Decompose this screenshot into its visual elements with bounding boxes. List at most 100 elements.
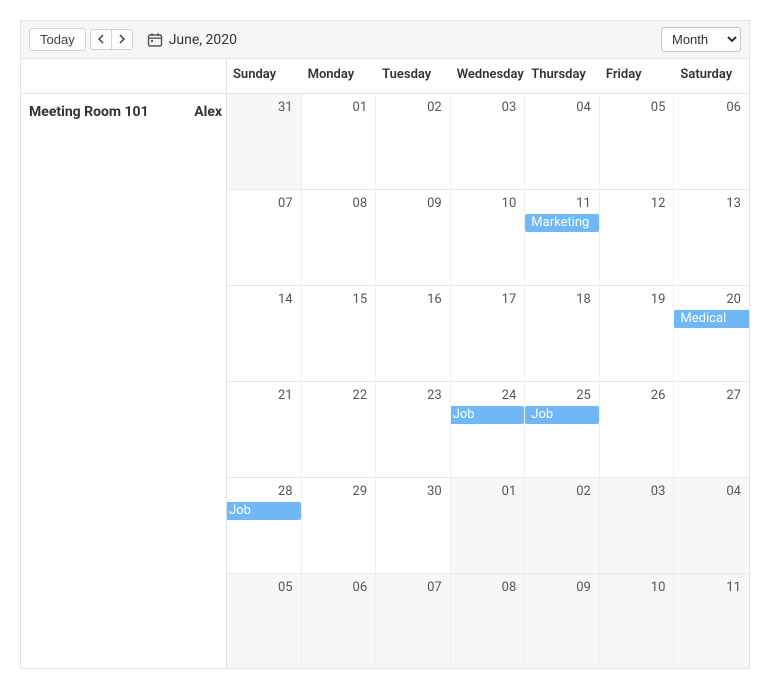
day-cell[interactable]: 10 — [600, 574, 675, 668]
day-cell[interactable]: 16 — [376, 286, 451, 381]
day-number: 02 — [576, 484, 591, 499]
day-number: 19 — [651, 292, 666, 307]
day-cell[interactable]: 04 — [525, 94, 600, 189]
day-header: Thursday — [525, 59, 600, 93]
event-chip[interactable]: Job — [525, 406, 599, 424]
week-row: 21 22 23 24 Job25Job26 27 — [227, 382, 749, 478]
day-cell[interactable]: 05 — [600, 94, 675, 189]
day-cell[interactable]: 01 — [451, 478, 526, 573]
day-number: 08 — [502, 580, 517, 595]
day-number: 23 — [427, 388, 442, 403]
day-number: 04 — [726, 484, 741, 499]
day-cell[interactable]: 08 — [451, 574, 526, 668]
day-cell[interactable]: 09 — [376, 190, 451, 285]
day-number: 10 — [651, 580, 666, 595]
day-number: 18 — [576, 292, 591, 307]
day-number: 24 — [502, 388, 517, 403]
day-cell[interactable]: 24 Job — [451, 382, 526, 477]
day-cell[interactable]: 20 Medical — [674, 286, 749, 381]
day-number: 31 — [278, 100, 293, 115]
day-cell[interactable]: 27 — [674, 382, 749, 477]
day-cell[interactable]: 03 — [451, 94, 526, 189]
calendar-scroll[interactable]: 310102030405060708091011Marketing1213141… — [227, 94, 749, 668]
days-header: SundayMondayTuesdayWednesdayThursdayFrid… — [227, 59, 749, 93]
day-cell[interactable]: 12 — [600, 190, 675, 285]
day-header: Saturday — [674, 59, 749, 93]
day-cell[interactable]: 02 — [525, 478, 600, 573]
day-cell[interactable]: 09 — [525, 574, 600, 668]
day-cell[interactable]: 01 — [302, 94, 377, 189]
event-chip[interactable]: Marketing — [525, 214, 599, 232]
next-button[interactable] — [112, 29, 133, 50]
chevron-right-icon — [118, 32, 126, 47]
day-cell[interactable]: 02 — [376, 94, 451, 189]
event-chip[interactable]: Job — [227, 502, 301, 520]
day-number: 22 — [353, 388, 368, 403]
day-cell[interactable]: 05 — [227, 574, 302, 668]
day-number: 28 — [278, 484, 293, 499]
day-number: 12 — [651, 196, 666, 211]
day-cell[interactable]: 22 — [302, 382, 377, 477]
day-number: 07 — [278, 196, 293, 211]
day-cell[interactable]: 17 — [451, 286, 526, 381]
day-number: 06 — [353, 580, 368, 595]
day-cell[interactable]: 08 — [302, 190, 377, 285]
toolbar-right: Month — [661, 27, 741, 52]
resource-name: Meeting Room 101 — [21, 94, 170, 130]
day-cell[interactable]: 13 — [674, 190, 749, 285]
scheduler-app: Today — [0, 0, 770, 697]
week-row: 31 01 02 03 04 0506 — [227, 94, 749, 190]
day-number: 20 — [726, 292, 741, 307]
scheduler-body: SundayMondayTuesdayWednesdayThursdayFrid… — [20, 59, 750, 669]
day-cell[interactable]: 21 — [227, 382, 302, 477]
toolbar-left: Today — [29, 28, 237, 51]
day-number: 10 — [502, 196, 517, 211]
resource-person: Alex — [170, 94, 226, 130]
day-cell[interactable]: 14 — [227, 286, 302, 381]
event-chip[interactable]: Medical — [674, 310, 749, 328]
day-number: 04 — [576, 100, 591, 115]
period-label: June, 2020 — [169, 32, 237, 48]
day-number: 03 — [651, 484, 666, 499]
day-number: 14 — [278, 292, 293, 307]
week-row: 07 08 09 10 11Marketing 12 13 — [227, 190, 749, 286]
day-cell[interactable]: 10 — [451, 190, 526, 285]
day-cell[interactable]: 26 — [600, 382, 675, 477]
toolbar: Today — [20, 20, 750, 59]
day-cell[interactable]: 23 — [376, 382, 451, 477]
day-number: 15 — [353, 292, 368, 307]
day-number: 02 — [427, 100, 442, 115]
day-number: 17 — [502, 292, 517, 307]
day-cell[interactable]: 06 — [674, 94, 749, 189]
day-number: 09 — [427, 196, 442, 211]
week-row: 14 15 16 17 18 19 20 Medical — [227, 286, 749, 382]
prev-button[interactable] — [90, 29, 112, 50]
today-button[interactable]: Today — [29, 28, 86, 51]
day-cell[interactable]: 29 — [302, 478, 377, 573]
event-chip[interactable]: Job — [451, 406, 525, 424]
day-header: Friday — [600, 59, 675, 93]
day-number: 30 — [427, 484, 442, 499]
day-cell[interactable]: 04 — [674, 478, 749, 573]
view-select[interactable]: Month — [661, 27, 741, 52]
day-cell[interactable]: 28 Job — [227, 478, 302, 573]
chevron-left-icon — [97, 32, 105, 47]
day-cell[interactable]: 15 — [302, 286, 377, 381]
day-cell[interactable]: 03 — [600, 478, 675, 573]
day-cell[interactable]: 11 — [674, 574, 749, 668]
day-header: Tuesday — [376, 59, 451, 93]
day-cell[interactable]: 18 — [525, 286, 600, 381]
day-cell[interactable]: 25Job — [525, 382, 600, 477]
day-number: 07 — [427, 580, 442, 595]
day-cell[interactable]: 31 — [227, 94, 302, 189]
day-cell[interactable]: 07 — [376, 574, 451, 668]
day-cell[interactable]: 11Marketing — [525, 190, 600, 285]
day-cell[interactable]: 30 — [376, 478, 451, 573]
day-cell[interactable]: 07 — [227, 190, 302, 285]
day-cell[interactable]: 06 — [302, 574, 377, 668]
day-number: 27 — [726, 388, 741, 403]
day-number: 09 — [576, 580, 591, 595]
week-row: 28 Job29 30 01 02 03 04 — [227, 478, 749, 574]
day-number: 01 — [353, 100, 368, 115]
day-cell[interactable]: 19 — [600, 286, 675, 381]
